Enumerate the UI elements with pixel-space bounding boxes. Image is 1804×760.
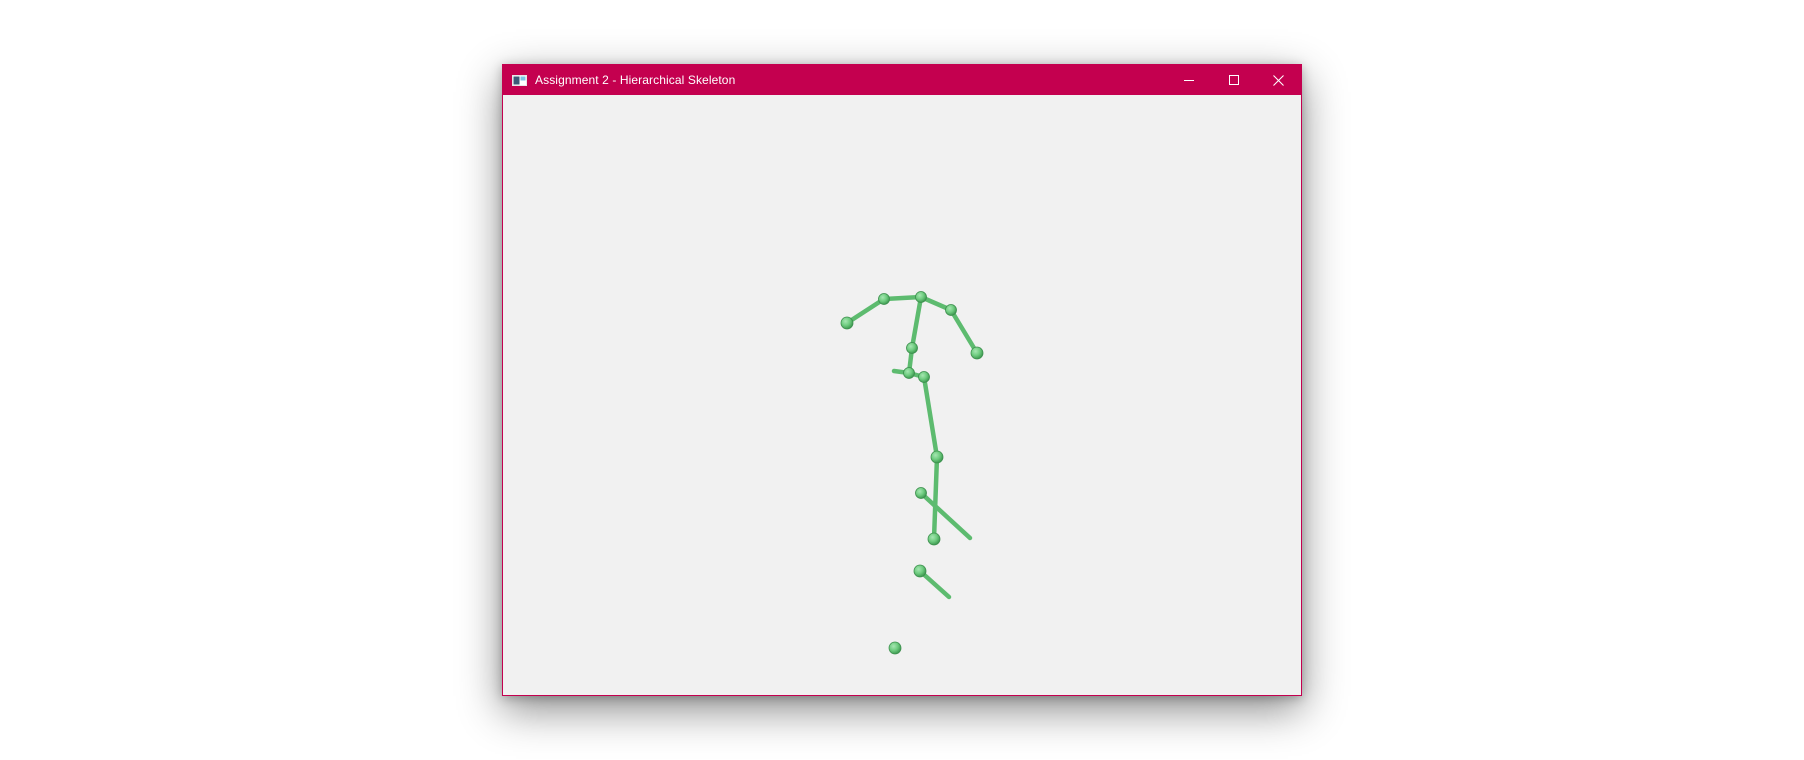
bone-left-forearm xyxy=(844,296,887,326)
maximize-button[interactable] xyxy=(1211,65,1256,95)
joint-left-elbow xyxy=(878,293,890,305)
joint-ankle xyxy=(927,532,941,546)
joint-right-hand xyxy=(970,346,984,360)
skeleton-canvas xyxy=(840,291,984,655)
minimize-icon xyxy=(1183,80,1194,81)
skeleton-joints xyxy=(840,291,984,655)
app-window-icon xyxy=(512,74,527,86)
joint-root xyxy=(888,641,902,655)
joint-knee xyxy=(930,450,944,464)
joint-foot-b xyxy=(913,564,927,578)
joint-right-shoulder xyxy=(945,304,957,316)
bone-thigh xyxy=(921,374,940,460)
render-viewport[interactable] xyxy=(503,95,1301,695)
desktop: Assignment 2 - Hierarchical Skeleton xyxy=(0,0,1804,760)
window-title: Assignment 2 - Hierarchical Skeleton xyxy=(535,73,736,87)
minimize-button[interactable] xyxy=(1166,65,1211,95)
joint-chest xyxy=(906,342,918,354)
joint-pelvis xyxy=(918,371,930,383)
skeleton-bones xyxy=(844,294,980,600)
close-button[interactable] xyxy=(1256,65,1301,95)
app-window: Assignment 2 - Hierarchical Skeleton xyxy=(502,64,1302,696)
bone-shin xyxy=(931,454,940,542)
joint-neck xyxy=(915,291,927,303)
bone-neck xyxy=(909,294,924,351)
bone-right-upper-arm xyxy=(948,307,980,356)
maximize-icon xyxy=(1228,75,1239,85)
close-icon xyxy=(1273,74,1284,86)
joint-foot-a xyxy=(915,487,927,499)
joint-left-hand xyxy=(840,316,854,330)
bone-foot-a xyxy=(918,490,973,541)
joint-hip xyxy=(903,367,915,379)
title-bar[interactable]: Assignment 2 - Hierarchical Skeleton xyxy=(503,65,1301,95)
